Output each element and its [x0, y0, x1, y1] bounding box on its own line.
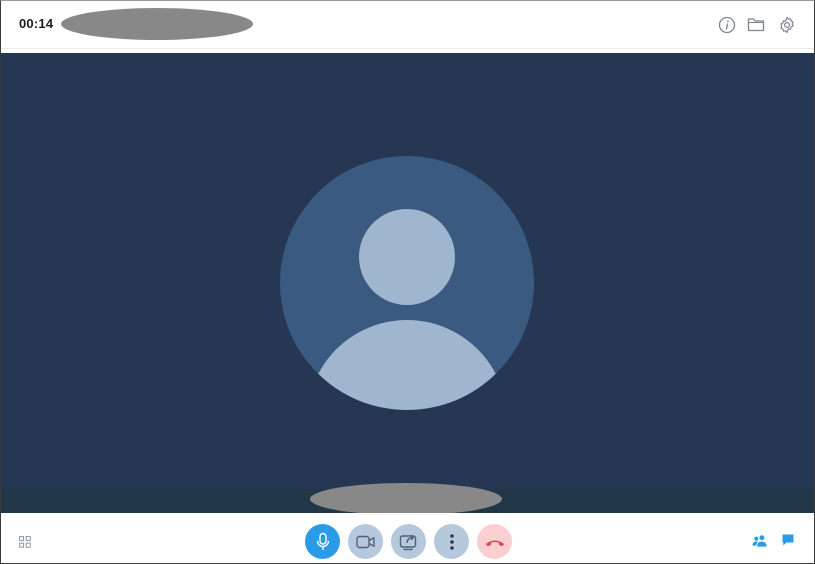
more-options-icon: [449, 533, 454, 550]
camera-button[interactable]: [348, 524, 383, 559]
screen-share-icon: [399, 534, 416, 550]
hang-up-icon: [485, 540, 504, 546]
person-avatar-icon: [280, 156, 534, 410]
more-options-button[interactable]: [434, 524, 469, 559]
hang-up-button[interactable]: [477, 524, 512, 559]
participants-icon[interactable]: [752, 533, 767, 547]
redacted-call-title: [61, 8, 253, 40]
settings-icon[interactable]: [777, 15, 796, 34]
microphone-icon: [316, 532, 329, 550]
redacted-participant-name: [310, 483, 502, 513]
call-control-buttons: [305, 524, 512, 559]
call-controls-bar: [1, 513, 814, 563]
chat-icon[interactable]: [780, 533, 795, 547]
screen-share-button[interactable]: [391, 524, 426, 559]
avatar-body: [307, 320, 507, 410]
avatar-head: [359, 209, 455, 305]
camera-icon: [355, 535, 375, 548]
call-window: 00:14: [0, 0, 815, 564]
grid-layout-icon[interactable]: [19, 535, 31, 548]
info-icon[interactable]: [717, 15, 736, 34]
call-header: 00:14: [1, 1, 814, 49]
header-actions: [717, 15, 796, 34]
microphone-button[interactable]: [305, 524, 340, 559]
side-panel-toggles: [752, 533, 795, 547]
folder-icon[interactable]: [747, 15, 766, 34]
video-stage: [1, 53, 814, 513]
call-timer: 00:14: [19, 16, 54, 31]
